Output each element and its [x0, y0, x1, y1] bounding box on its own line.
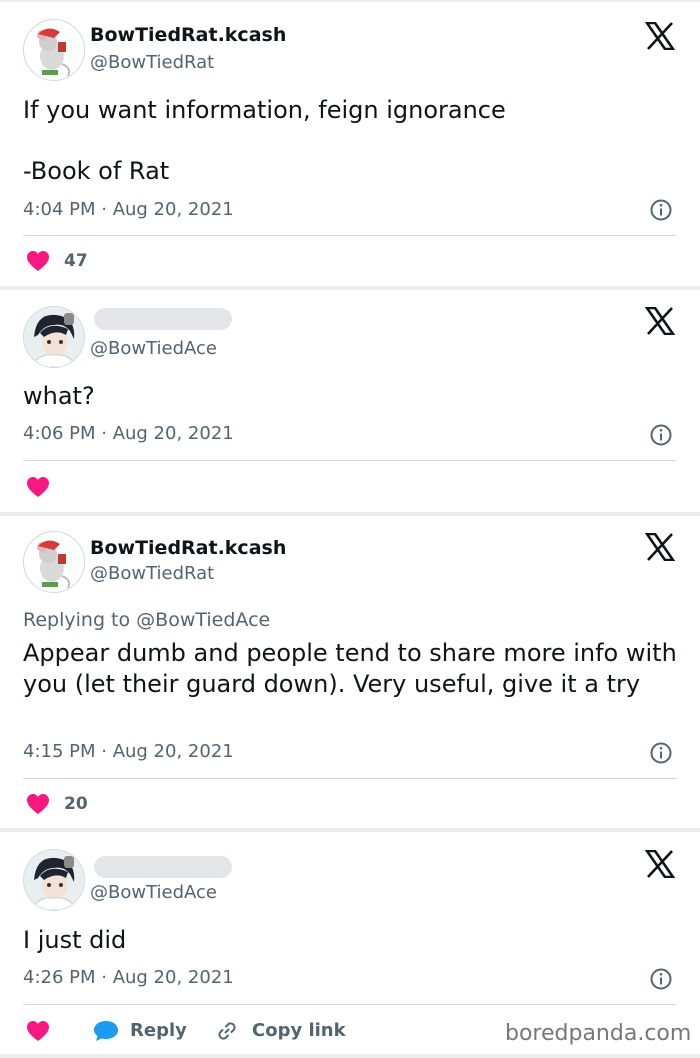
- tweet-card: BowTiedRat.kcash @BowTiedRat Replying to…: [0, 516, 700, 828]
- tweet-text: If you want information, feign ignorance…: [23, 95, 678, 187]
- user-handle[interactable]: @BowTiedRat: [90, 52, 214, 73]
- like-count[interactable]: 47: [64, 251, 88, 271]
- user-handle[interactable]: @BowTiedAce: [90, 338, 217, 359]
- display-name[interactable]: BowTiedRat.kcash: [90, 537, 286, 559]
- divider: [23, 1004, 677, 1005]
- copy-link-button[interactable]: Copy link: [252, 1020, 346, 1041]
- tweet-text-line: If you want information, feign ignorance: [23, 96, 506, 124]
- tweet-card: @BowTiedAce what? 4:06 PM · Aug 20, 2021: [0, 290, 700, 512]
- x-logo-icon[interactable]: [645, 307, 675, 335]
- blurred-display-name: [94, 308, 232, 330]
- heart-icon[interactable]: [26, 250, 50, 272]
- tweet-card: BowTiedRat.kcash @BowTiedRat If you want…: [0, 2, 700, 286]
- info-icon[interactable]: [650, 742, 672, 764]
- heart-icon[interactable]: [26, 1020, 50, 1042]
- tweet-timestamp[interactable]: 4:06 PM · Aug 20, 2021: [23, 423, 234, 444]
- blurred-display-name: [94, 856, 232, 878]
- user-handle[interactable]: @BowTiedAce: [90, 882, 217, 903]
- reply-button[interactable]: Reply: [130, 1020, 187, 1041]
- tweet-timestamp[interactable]: 4:04 PM · Aug 20, 2021: [23, 199, 234, 220]
- tweet-thread: BowTiedRat.kcash @BowTiedRat If you want…: [0, 0, 700, 1058]
- tweet-text: Appear dumb and people tend to share mor…: [23, 639, 677, 698]
- tweet-timestamp[interactable]: 4:26 PM · Aug 20, 2021: [23, 967, 234, 988]
- x-logo-icon[interactable]: [645, 22, 675, 50]
- like-count[interactable]: 20: [64, 794, 88, 814]
- heart-icon[interactable]: [26, 793, 50, 815]
- link-icon[interactable]: [215, 1019, 239, 1043]
- display-name[interactable]: BowTiedRat.kcash: [90, 24, 286, 46]
- rat-avatar[interactable]: [23, 19, 85, 81]
- x-logo-icon[interactable]: [645, 533, 675, 561]
- tweet-text-line: -Book of Rat: [23, 157, 170, 185]
- tweet-text: what?: [23, 382, 95, 410]
- watermark-text: boredpanda.com: [505, 1021, 692, 1046]
- info-icon[interactable]: [650, 199, 672, 221]
- ace-avatar[interactable]: [23, 849, 85, 911]
- info-icon[interactable]: [650, 424, 672, 446]
- divider: [23, 778, 677, 779]
- replying-to-label[interactable]: Replying to @BowTiedAce: [23, 609, 270, 631]
- divider: [23, 235, 677, 236]
- reply-bubble-icon[interactable]: [93, 1020, 119, 1042]
- user-handle[interactable]: @BowTiedRat: [90, 563, 214, 584]
- divider: [23, 460, 677, 461]
- info-icon[interactable]: [650, 968, 672, 990]
- rat-avatar[interactable]: [23, 531, 85, 593]
- ace-avatar[interactable]: [23, 306, 85, 368]
- x-logo-icon[interactable]: [645, 850, 675, 878]
- heart-icon[interactable]: [26, 476, 50, 498]
- tweet-timestamp[interactable]: 4:15 PM · Aug 20, 2021: [23, 741, 234, 762]
- tweet-text: I just did: [23, 926, 127, 954]
